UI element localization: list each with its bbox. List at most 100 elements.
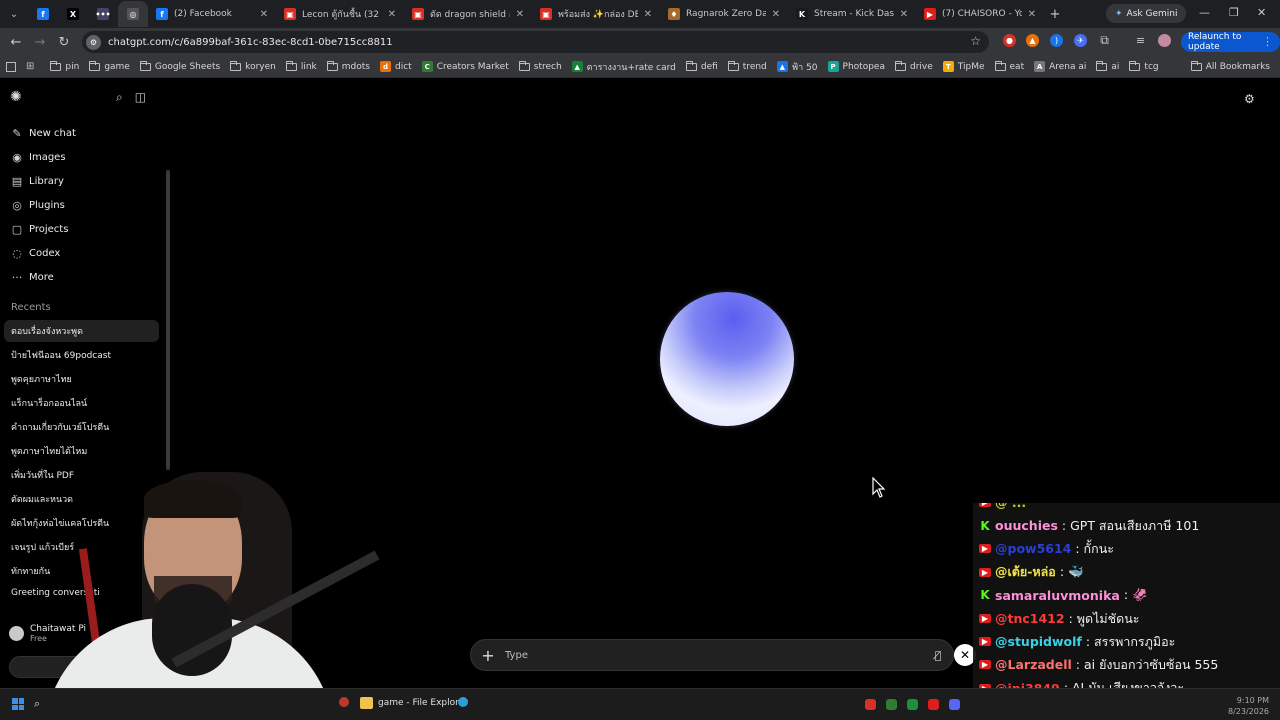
extension-icon[interactable]: ) — [1050, 34, 1063, 47]
composer-placeholder[interactable]: Type — [505, 650, 923, 661]
sidebar-item-codex[interactable]: ◌ Codex — [11, 247, 60, 260]
bookmark-item[interactable]: drive — [894, 60, 933, 72]
apps-icon[interactable] — [6, 61, 16, 72]
search-icon[interactable]: ⌕ — [116, 90, 123, 105]
bookmark-item[interactable]: P Photopea — [827, 61, 885, 72]
recent-chat-item[interactable]: พูดภาษาไทยได้ไหม — [11, 444, 161, 458]
sidebar-item-images[interactable]: ◉ Images — [11, 151, 65, 164]
minimize-window-icon[interactable]: — — [1199, 6, 1210, 19]
close-tab-icon[interactable]: ✕ — [644, 9, 652, 20]
restore-window-icon[interactable]: ❐ — [1229, 6, 1239, 19]
browser-tab[interactable]: f — [28, 1, 58, 27]
all-bookmarks[interactable]: All Bookmarks — [1190, 56, 1270, 78]
sidebar-toggle-icon[interactable]: ◫ — [135, 90, 146, 105]
close-tab-icon[interactable]: ✕ — [516, 9, 524, 20]
bookmark-item[interactable]: game — [89, 60, 130, 72]
close-tab-icon[interactable]: ✕ — [260, 9, 268, 20]
sidebar-item-more[interactable]: ··· More — [11, 271, 54, 284]
bookmark-item[interactable]: ai — [1096, 60, 1119, 72]
tray-icon[interactable] — [949, 699, 960, 710]
bookmark-item[interactable]: Google Sheets — [139, 60, 220, 72]
bookmark-item[interactable]: d dict — [379, 61, 412, 72]
browser-tab[interactable]: ▣ Lecon ตู้กันชื้น (32 ลิตร) ✕ — [276, 1, 404, 27]
bookmark-item[interactable]: defi — [685, 60, 718, 72]
bookmark-item[interactable]: strech — [518, 60, 562, 72]
tray-icon[interactable] — [907, 699, 918, 710]
bookmark-item[interactable]: mdots — [326, 60, 370, 72]
extension-icon[interactable]: ● — [1003, 34, 1016, 47]
bookmark-item[interactable]: A Arena ai — [1034, 61, 1086, 72]
grid-icon[interactable]: ⊞ — [26, 61, 34, 72]
youtube-icon: ▶ — [924, 8, 936, 20]
recent-chat-item[interactable]: พูดคุยภาษาไทย — [11, 372, 161, 386]
add-attachment-icon[interactable]: + — [471, 646, 505, 665]
taskbar-app-icon[interactable] — [339, 697, 349, 707]
windows-start-icon[interactable] — [12, 698, 24, 710]
tab-search-icon[interactable]: ⌄ — [0, 0, 28, 28]
browser-tab[interactable]: ♦ Ragnarok Zero Database ✕ — [660, 1, 788, 27]
sidebar-item-library[interactable]: ▤ Library — [11, 175, 64, 188]
browser-tab[interactable]: f (2) Facebook ✕ — [148, 1, 276, 27]
recent-chat-item[interactable]: แร็กนาร็อกออนไลน์ — [11, 396, 161, 410]
site-info-icon[interactable]: ⚙ — [86, 34, 101, 50]
extensions-puzzle-icon[interactable]: ⧉ — [1098, 33, 1111, 47]
tray-icon[interactable] — [886, 699, 897, 710]
recent-chat-item[interactable]: คำถามเกี่ยวกับเวย์โปรตีน — [11, 420, 161, 434]
bookmark-item[interactable]: C Creators Market — [421, 61, 509, 72]
close-tab-icon[interactable]: ✕ — [772, 9, 780, 20]
close-window-icon[interactable]: ✕ — [1257, 6, 1266, 19]
bookmark-item[interactable]: trend — [727, 60, 767, 72]
browser-menu-icon[interactable]: ⋮ — [1262, 35, 1273, 48]
taskbar-search-icon[interactable]: ⌕ — [34, 697, 40, 711]
message-composer[interactable]: + Type 🎙̸ — [470, 639, 954, 671]
profile-avatar[interactable] — [1158, 34, 1171, 47]
taskbar-app-icon[interactable] — [458, 697, 468, 707]
recent-chat-item[interactable]: ป้ายไฟนีออน 69podcast — [11, 348, 161, 362]
back-button[interactable]: ← — [4, 35, 28, 50]
ask-gemini-button[interactable]: ✦ Ask Gemini — [1106, 4, 1187, 23]
recent-chat-item[interactable]: ตอบเรื่องจังหวะพูด — [4, 320, 159, 342]
voice-settings-icon[interactable]: ⚙ — [1244, 92, 1255, 106]
projects-icon: ▢ — [11, 223, 23, 236]
bookmark-item[interactable]: link — [285, 60, 317, 72]
address-bar[interactable]: ⚙ chatgpt.com/c/6a899baf-361c-83ec-8cd1-… — [82, 31, 989, 53]
browser-tab[interactable]: ▶ (7) CHAISORO - YouTube ✕ — [916, 1, 1044, 27]
mic-muted-icon[interactable]: 🎙̸ — [923, 649, 953, 662]
reload-button[interactable]: ↻ — [52, 35, 76, 50]
browser-tab[interactable]: ▣ พร้อมส่ง ✨กล่อง DECK ✕ — [532, 1, 660, 27]
close-tab-icon[interactable]: ✕ — [900, 9, 908, 20]
youtube-icon: ▶ — [979, 567, 991, 577]
browser-tab[interactable]: X — [58, 1, 88, 27]
bookmark-item[interactable]: koryen — [230, 60, 276, 72]
new-tab-button[interactable]: + — [1044, 7, 1066, 22]
gemini-icon: ✦ — [1115, 8, 1123, 19]
bookmark-star-icon[interactable]: ☆ — [970, 34, 981, 48]
browser-tab[interactable]: K Stream - Kick Dashboard ✕ — [788, 1, 916, 27]
tray-icon[interactable] — [865, 699, 876, 710]
taskbar-file-explorer[interactable]: game - File Explorer — [360, 697, 468, 709]
taskbar-clock[interactable]: 9:10 PM 8/23/2026 — [1228, 695, 1269, 717]
chatgpt-logo-icon[interactable]: ✺ — [10, 90, 25, 105]
extension-icon[interactable]: ✈ — [1074, 34, 1087, 47]
bookmark-item[interactable]: ▲ ฟ้า 50 — [776, 60, 818, 74]
media-control-icon[interactable]: ≡ — [1134, 34, 1147, 47]
folder-icon — [894, 60, 906, 71]
forward-button[interactable]: → — [28, 35, 52, 50]
sidebar-item-new-chat[interactable]: ✎ New chat — [11, 127, 75, 140]
bookmark-item[interactable]: T TipMe — [942, 61, 985, 72]
sidebar-item-plugins[interactable]: ◎ Plugins — [11, 199, 65, 212]
close-tab-icon[interactable]: ✕ — [1028, 9, 1036, 20]
bookmark-item[interactable]: pin — [50, 60, 79, 72]
close-tab-icon[interactable]: ✕ — [388, 9, 396, 20]
browser-tab[interactable]: ••• — [88, 1, 118, 27]
bookmark-item[interactable]: eat — [994, 60, 1024, 72]
sidebar-item-projects[interactable]: ▢ Projects — [11, 223, 69, 236]
extension-icon[interactable]: ▲ — [1026, 34, 1039, 47]
bookmark-item[interactable]: ▲ ตารางงาน+rate card — [571, 60, 676, 74]
tray-icon[interactable] — [928, 699, 939, 710]
bookmark-item[interactable]: tcg — [1129, 60, 1159, 72]
sidebar-scrollbar[interactable] — [166, 170, 170, 470]
chat-username: @stupidwolf — [995, 634, 1082, 650]
browser-tab[interactable]: ▣ ตัด dragon shield ออนไลน์ ✕ — [404, 1, 532, 27]
browser-tab[interactable]: ◎ — [118, 1, 148, 27]
